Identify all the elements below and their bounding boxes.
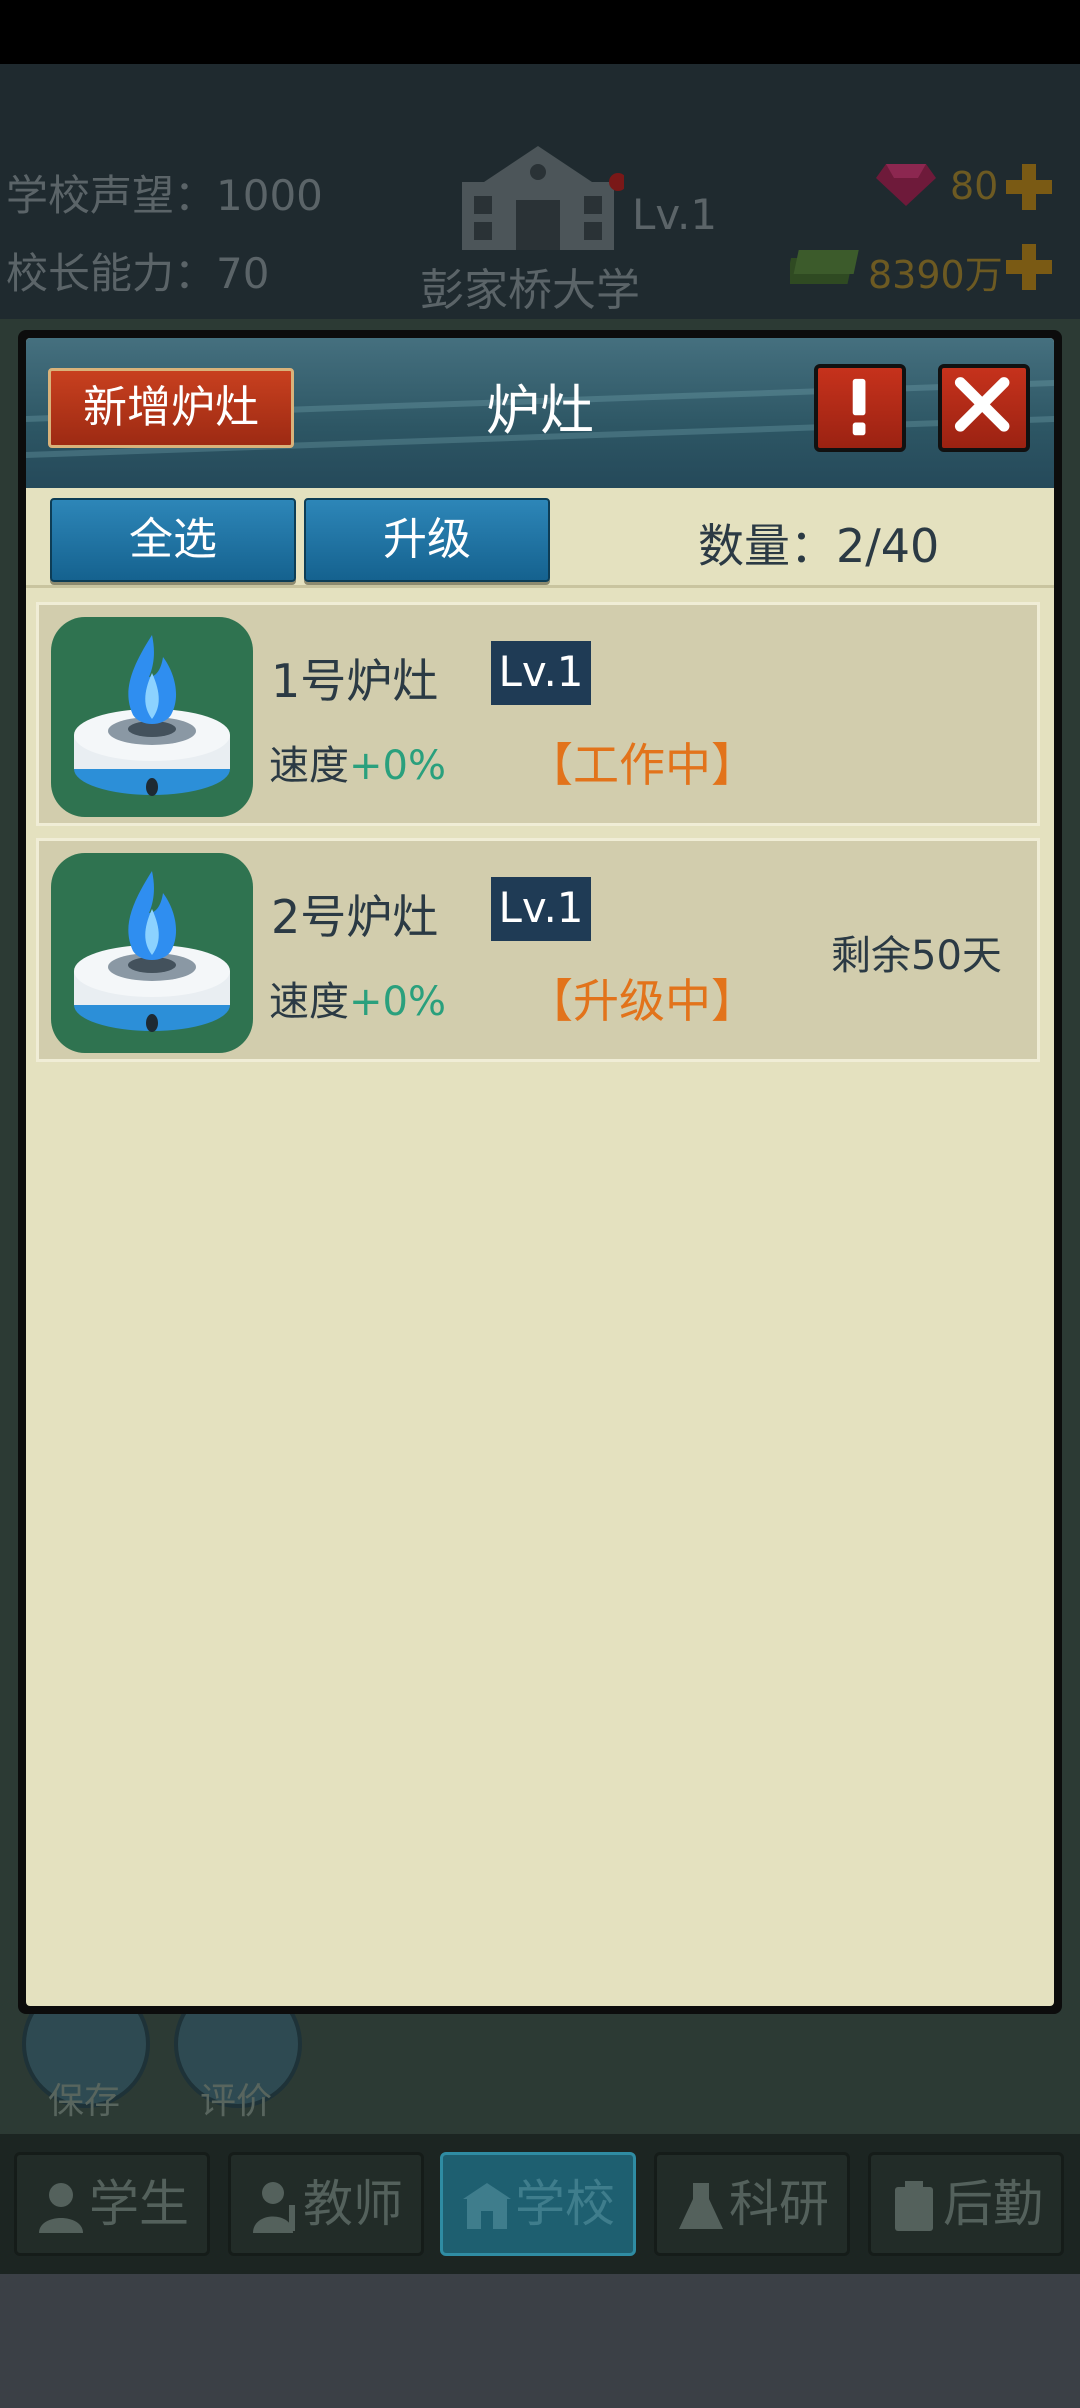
status-text: 【升级中】: [527, 974, 757, 1028]
system-nav-area: [0, 2274, 1080, 2408]
stove-thumbnail: [51, 853, 253, 1053]
speed-label: 速度: [269, 743, 349, 789]
nav-teachers[interactable]: 教师: [228, 2152, 424, 2256]
remaining-time: 剩余50天: [831, 933, 1002, 979]
gas-stove-icon: [74, 871, 230, 1032]
count-label: 数量：: [698, 519, 836, 573]
principal-value: 70: [216, 249, 270, 298]
nav-school[interactable]: 学校: [440, 2152, 636, 2256]
dialog-header: 新增炉灶 炉灶: [26, 338, 1054, 488]
stove-name: 2号炉灶: [271, 890, 439, 944]
nav-students[interactable]: 学生: [14, 2152, 210, 2256]
speed-text: 速度+0%: [269, 733, 446, 791]
money-amount: 8390万: [868, 253, 1003, 297]
nav-research-label: 科研: [729, 2175, 829, 2233]
gem-count: 80: [950, 164, 999, 208]
stove-list-item[interactable]: 2号炉灶 Lv.1 速度+0% 【升级中】 剩余50天: [36, 838, 1040, 1062]
action-row: 全选 升级 数量：2/40: [26, 488, 1054, 588]
count-value: 2/40: [836, 519, 940, 573]
principal-stat: 校长能力：70: [6, 240, 269, 301]
add-money-icon[interactable]: [1006, 244, 1052, 290]
school-icon: [463, 2183, 511, 2229]
school-level: Lv.1: [632, 190, 718, 239]
school-name: 彭家桥大学: [420, 265, 640, 316]
select-all-button[interactable]: 全选: [50, 498, 296, 582]
status-text: 【工作中】: [527, 738, 757, 792]
gas-stove-icon: [74, 635, 230, 796]
reputation-value: 1000: [216, 171, 323, 220]
principal-label: 校长能力：: [6, 249, 217, 298]
stove-list-item[interactable]: 1号炉灶 Lv.1 速度+0% 【工作中】: [36, 602, 1040, 826]
rate-label: 评价: [200, 2081, 273, 2122]
nav-school-label: 学校: [515, 2175, 615, 2233]
status-bar: [0, 0, 1080, 64]
nav-logistics-label: 后勤: [943, 2175, 1043, 2233]
stove-dialog: 新增炉灶 炉灶 全选 升级 数量：2/40 1号炉灶 Lv.1 速度+0% 【工…: [18, 330, 1062, 2014]
upgrade-button[interactable]: 升级: [304, 498, 550, 582]
speed-text: 速度+0%: [269, 969, 446, 1027]
clipboard-icon: [895, 2181, 933, 2231]
bottom-nav: 学生 教师 学校 科研 后勤: [0, 2134, 1080, 2274]
school-building-icon[interactable]: [452, 142, 624, 254]
exclamation-icon: [852, 378, 866, 436]
stove-name: 1号炉灶: [271, 654, 439, 708]
student-icon: [39, 2183, 83, 2233]
gem-icon: [876, 164, 936, 206]
nav-research[interactable]: 科研: [654, 2152, 850, 2256]
close-icon: [954, 377, 1010, 432]
close-button[interactable]: [938, 364, 1030, 452]
info-button[interactable]: [814, 364, 906, 452]
dialog-panel: 新增炉灶 炉灶 全选 升级 数量：2/40 1号炉灶 Lv.1 速度+0% 【工…: [26, 338, 1054, 2006]
level-badge: Lv.1: [491, 641, 591, 705]
teacher-icon: [253, 2182, 295, 2233]
speed-value: +0%: [349, 979, 446, 1025]
add-gems-icon[interactable]: [1006, 164, 1052, 210]
level-badge: Lv.1: [491, 877, 591, 941]
money-icon: [790, 250, 859, 284]
reputation-stat: 学校声望：1000: [6, 162, 323, 223]
save-label: 保存: [48, 2081, 121, 2122]
speed-label: 速度: [269, 979, 349, 1025]
stove-thumbnail: [51, 617, 253, 817]
speed-value: +0%: [349, 743, 446, 789]
nav-logistics[interactable]: 后勤: [868, 2152, 1064, 2256]
nav-students-label: 学生: [89, 2175, 189, 2233]
nav-teachers-label: 教师: [303, 2175, 403, 2233]
flask-icon: [679, 2183, 723, 2229]
reputation-label: 学校声望：: [6, 171, 217, 220]
stove-count: 数量：2/40: [698, 510, 939, 576]
